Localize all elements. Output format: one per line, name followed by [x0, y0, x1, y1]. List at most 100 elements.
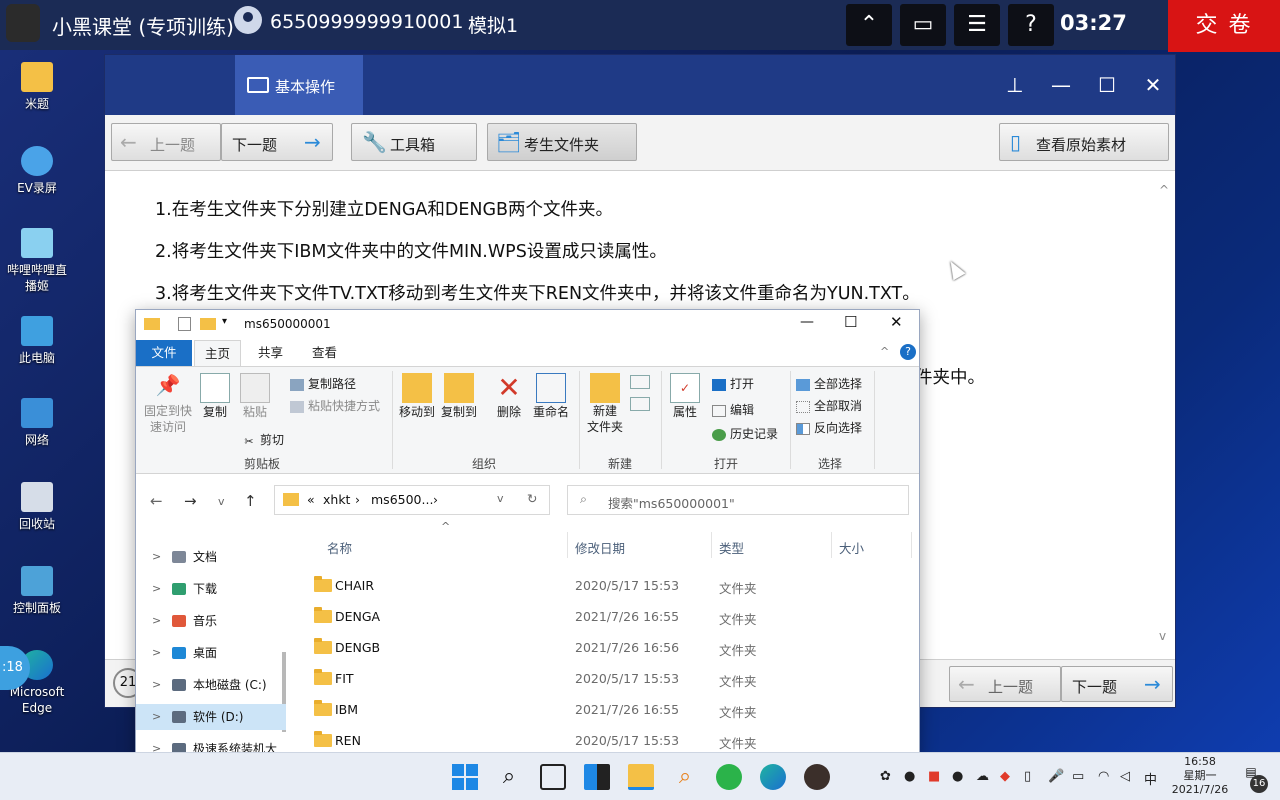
- minimize-icon[interactable]: —: [800, 314, 814, 330]
- move-to-button[interactable]: 移动到: [398, 373, 436, 420]
- select-all-button[interactable]: 全部选择: [796, 375, 862, 392]
- window-button[interactable]: ▭: [900, 4, 946, 46]
- nav-item[interactable]: > 下载: [136, 576, 286, 602]
- file-explorer-icon[interactable]: [628, 764, 654, 790]
- cut-button[interactable]: ✂ 剪切: [242, 431, 284, 448]
- edit-button[interactable]: 编辑: [712, 401, 754, 418]
- column-size[interactable]: 大小: [839, 538, 864, 557]
- tab-share[interactable]: 共享: [248, 340, 293, 366]
- microphone-icon[interactable]: 🎤: [1048, 769, 1064, 784]
- address-segment[interactable]: ms6500...: [371, 492, 433, 507]
- recent-locations-icon[interactable]: v: [218, 495, 225, 508]
- nav-item[interactable]: > 本地磁盘 (C:): [136, 672, 286, 698]
- tab-file[interactable]: 文件: [136, 340, 192, 366]
- tray-app-icon[interactable]: ✿: [880, 769, 891, 784]
- properties-icon[interactable]: [178, 317, 191, 331]
- column-name[interactable]: 名称: [327, 538, 352, 557]
- avatar-app-icon[interactable]: [804, 764, 830, 790]
- desktop-icon-bilibili[interactable]: 哔哩哔哩直播姬: [2, 228, 72, 294]
- select-none-button[interactable]: 全部取消: [796, 397, 862, 414]
- wechat-icon[interactable]: [716, 764, 742, 790]
- column-divider[interactable]: [711, 532, 712, 558]
- desktop-icon-computer[interactable]: 此电脑: [2, 316, 72, 366]
- nav-item[interactable]: > 文档: [136, 544, 286, 570]
- start-button[interactable]: [452, 764, 478, 790]
- minimize-button[interactable]: —: [1045, 69, 1077, 101]
- customize-toolbar-icon[interactable]: ▾: [222, 316, 227, 327]
- open-button[interactable]: 打开: [712, 375, 754, 392]
- chevron-right-icon[interactable]: >: [152, 576, 161, 602]
- copy-to-button[interactable]: 复制到: [440, 373, 478, 420]
- invert-selection-button[interactable]: 反向选择: [796, 419, 862, 436]
- desktop-icon-folder[interactable]: 米题: [2, 62, 72, 112]
- paste-shortcut-button[interactable]: 粘贴快捷方式: [290, 397, 380, 414]
- nav-item[interactable]: > 桌面: [136, 640, 286, 666]
- pin-window-button[interactable]: ⊥: [999, 69, 1031, 101]
- copy-button[interactable]: 复制: [198, 373, 232, 420]
- close-icon[interactable]: ✕: [890, 313, 903, 331]
- search-icon[interactable]: ⌕: [496, 764, 522, 790]
- system-clock[interactable]: 16:58 星期一 2021/7/26: [1162, 755, 1238, 797]
- up-icon[interactable]: ↑: [244, 492, 257, 510]
- widgets-icon[interactable]: [584, 764, 610, 790]
- chevron-right-icon[interactable]: >: [152, 672, 161, 698]
- view-source-button[interactable]: ▯ 查看原始素材: [999, 123, 1169, 161]
- column-date[interactable]: 修改日期: [575, 538, 625, 557]
- new-folder-button[interactable]: 新建 文件夹: [586, 373, 624, 435]
- next-question-button[interactable]: 下一题 →: [221, 123, 333, 161]
- toolbox-button[interactable]: 🔧 工具箱: [351, 123, 477, 161]
- tray-cloud-icon[interactable]: ☁: [976, 769, 989, 784]
- rename-button[interactable]: 重命名: [530, 373, 572, 420]
- forward-icon[interactable]: →: [184, 492, 197, 510]
- file-row[interactable]: DENGB 2021/7/26 16:56 文件夹: [291, 632, 919, 663]
- delete-button[interactable]: ✕ 删除: [492, 373, 526, 420]
- desktop-icon-ev[interactable]: EV录屏: [2, 146, 72, 196]
- edge-icon[interactable]: [760, 764, 786, 790]
- tab-basic-operations[interactable]: 基本操作: [235, 55, 363, 115]
- magnifier-app-icon[interactable]: ⌕: [672, 764, 698, 790]
- scroll-down-icon[interactable]: v: [1159, 629, 1166, 643]
- pin-quick-access-button[interactable]: 📌 固定到快 速访问: [144, 373, 192, 435]
- exam-folder-button[interactable]: 🗂 考生文件夹: [487, 123, 637, 161]
- chevron-right-icon[interactable]: >: [152, 640, 161, 666]
- desktop-icon-network[interactable]: 网络: [2, 398, 72, 448]
- address-segment[interactable]: xhkt: [323, 492, 350, 507]
- column-divider[interactable]: [567, 532, 568, 558]
- battery-icon[interactable]: ▭: [1072, 769, 1084, 784]
- help-button[interactable]: ?: [1008, 4, 1054, 46]
- history-button[interactable]: 历史记录: [712, 425, 778, 442]
- maximize-icon[interactable]: ☐: [844, 313, 857, 331]
- volume-icon[interactable]: ◁: [1120, 769, 1130, 784]
- new-folder-icon[interactable]: [200, 318, 216, 330]
- file-row[interactable]: IBM 2021/7/26 16:55 文件夹: [291, 694, 919, 725]
- paste-button[interactable]: 粘贴: [238, 373, 272, 420]
- chevron-down-icon[interactable]: v: [497, 492, 504, 505]
- back-icon[interactable]: ←: [150, 492, 163, 510]
- file-row[interactable]: FIT 2020/5/17 15:53 文件夹: [291, 663, 919, 694]
- ime-indicator[interactable]: 中: [1144, 769, 1157, 788]
- tab-view[interactable]: 查看: [302, 340, 347, 366]
- address-bar[interactable]: « xhkt › ms6500... › v ↻: [274, 485, 550, 515]
- desktop-icon-control-panel[interactable]: 控制面板: [2, 566, 72, 616]
- easy-access-icon[interactable]: [630, 397, 650, 411]
- footer-prev-button[interactable]: ← 上一题: [949, 666, 1061, 702]
- task-view-icon[interactable]: [540, 764, 566, 790]
- file-row[interactable]: DENGA 2021/7/26 16:55 文件夹: [291, 601, 919, 632]
- desktop-icon-recycle[interactable]: 回收站: [2, 482, 72, 532]
- close-button[interactable]: ✕: [1137, 69, 1169, 101]
- submit-exam-button[interactable]: 交 卷: [1168, 0, 1280, 52]
- tray-avatar-icon[interactable]: ●: [952, 769, 963, 784]
- file-row[interactable]: CHAIR 2020/5/17 15:53 文件夹: [291, 570, 919, 601]
- refresh-icon[interactable]: ↻: [527, 491, 537, 506]
- nav-item[interactable]: > 软件 (D:): [136, 704, 286, 730]
- collapse-button[interactable]: ⌃: [846, 4, 892, 46]
- chevron-right-icon[interactable]: >: [152, 544, 161, 570]
- column-type[interactable]: 类型: [719, 538, 744, 557]
- maximize-button[interactable]: ☐: [1091, 69, 1123, 101]
- tray-wechat-icon[interactable]: ●: [904, 769, 915, 784]
- tray-usb-icon[interactable]: ▯: [1024, 769, 1031, 784]
- chevron-right-icon[interactable]: >: [152, 704, 161, 730]
- search-input[interactable]: ⌕ 搜索"ms650000001": [567, 485, 909, 515]
- scroll-up-icon[interactable]: ^: [1159, 183, 1169, 197]
- column-divider[interactable]: [831, 532, 832, 558]
